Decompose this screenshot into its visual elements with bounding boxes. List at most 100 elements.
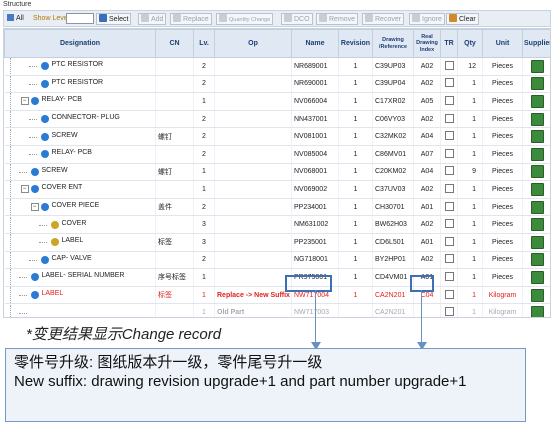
tree-node[interactable]: COVER (7, 216, 154, 233)
table-row[interactable]: LABEL 标签 1 Replace -> New Suffix NW717004 1 CA… (4, 286, 550, 305)
col-tr[interactable]: TR (440, 29, 458, 58)
table-row[interactable]: CAP- VALVE 2 NG718001 1 BY2HP01 A02 1 Pieces (4, 251, 550, 270)
supplier-icon[interactable] (531, 112, 544, 126)
supplier-icon[interactable] (531, 77, 544, 91)
table-row[interactable]: − RELAY- PCB 1 NV066004 1 C17XR02 A05 1 Pieces (4, 92, 550, 111)
expand-collapse-icon[interactable]: − (20, 185, 29, 194)
tree-node[interactable]: − COVER ENT (7, 181, 154, 198)
table-row[interactable]: LABEL 标签 3 PP235001 1 CD6L501 A01 1 Pieces (4, 233, 550, 252)
tree-node[interactable]: RELAY- PCB (7, 146, 154, 163)
table-row[interactable]: − COVER PIECE 盖件 2 PP234001 1 CH30701 A01 1 Piece… (4, 198, 550, 217)
tr-checkbox[interactable] (444, 148, 454, 158)
col-unit[interactable]: Unit (482, 29, 523, 58)
supplier-icon[interactable] (531, 253, 544, 267)
table-row[interactable]: PTC RESISTOR 2 NR689001 1 C39UP03 A02 12 Pieces (4, 57, 550, 76)
tr-cell (440, 163, 458, 182)
clear-button[interactable]: Clear (446, 13, 479, 25)
callout-line-en: New suffix: drawing revision upgrade+1 a… (14, 373, 467, 390)
col-revision[interactable]: Revision (338, 29, 373, 58)
tr-checkbox[interactable] (444, 131, 454, 141)
supplier-icon[interactable] (531, 182, 544, 196)
supplier-icon[interactable] (531, 59, 544, 73)
tree-node[interactable] (7, 304, 154, 317)
tr-checkbox[interactable] (444, 254, 454, 264)
tree-node[interactable]: CAP- VALVE (7, 251, 154, 268)
supplier-icon[interactable] (531, 147, 544, 161)
unit-cell: Kilogram (482, 303, 523, 317)
table-row[interactable]: RELAY- PCB 2 NV085004 1 C86MV01 A07 1 Pieces (4, 145, 550, 164)
expand-collapse-icon[interactable]: − (30, 203, 39, 212)
select-button[interactable]: Select (96, 13, 132, 25)
designation-cell: CAP- VALVE (4, 251, 156, 270)
tr-checkbox[interactable] (444, 95, 454, 105)
cn-cell (155, 303, 194, 317)
col-drawing-reference[interactable]: Drawing /Reference (372, 29, 414, 58)
tr-checkbox[interactable] (444, 201, 454, 211)
supplier-icon[interactable] (531, 235, 544, 249)
broom-icon (449, 14, 457, 22)
add-button[interactable]: Add (138, 13, 167, 25)
supplier-icon[interactable] (531, 306, 544, 317)
tr-checkbox[interactable] (444, 166, 454, 176)
tree-node[interactable]: SCREW (7, 163, 154, 180)
expand-collapse-icon[interactable]: − (20, 97, 29, 106)
tree-node[interactable]: LABEL (7, 234, 154, 251)
col-supplier[interactable]: Supplier (522, 29, 550, 58)
cn-cell (155, 145, 194, 164)
supplier-icon[interactable] (531, 270, 544, 284)
col-cn[interactable]: CN (155, 29, 194, 58)
tr-checkbox[interactable] (444, 60, 454, 70)
tr-checkbox[interactable] (444, 183, 454, 193)
remove-button[interactable]: Remove (316, 13, 359, 25)
table-row[interactable]: LABEL- SERIAL NUMBER 序号标签 1 PR975001 1 CD4VM0… (4, 268, 550, 287)
tr-checkbox[interactable] (444, 78, 454, 88)
tree-node[interactable]: CONNECTOR- PLUG (7, 111, 154, 127)
table-row[interactable]: CONNECTOR- PLUG 2 NN437001 1 C06VY03 A02 1 Piec… (4, 110, 550, 129)
tr-checkbox[interactable] (444, 236, 454, 246)
tr-checkbox[interactable] (444, 219, 454, 229)
drawing-cell: BW62H03 (372, 215, 414, 234)
tr-checkbox[interactable] (444, 307, 454, 317)
table-row[interactable]: 1 Old Part NW717003 CA2N201 1 Kilogram (4, 303, 550, 317)
col-lv[interactable]: Lv. (193, 29, 215, 58)
supplier-icon[interactable] (531, 165, 544, 179)
col-name[interactable]: Name (291, 29, 339, 58)
recover-button[interactable]: Recover (362, 13, 405, 25)
table-row[interactable]: SCREW 螺钉 2 NV081001 1 C32MK02 A04 1 Pieces (4, 127, 550, 146)
tree-node[interactable]: LABEL (7, 287, 154, 303)
tr-checkbox[interactable] (444, 289, 454, 299)
revision-cell: 1 (338, 180, 373, 199)
revision-cell: 1 (338, 145, 373, 164)
tree-node[interactable]: − COVER PIECE (7, 199, 154, 215)
tr-checkbox[interactable] (444, 271, 454, 281)
dco-button[interactable]: DCO (281, 13, 313, 25)
tree-node[interactable]: SCREW (7, 128, 154, 145)
table-row[interactable]: COVER 3 NM631002 1 BW62H03 A02 1 Pieces (4, 215, 550, 234)
qty-cell: 1 (457, 303, 483, 317)
supplier-icon[interactable] (531, 218, 544, 232)
supplier-icon[interactable] (531, 94, 544, 108)
designation-cell: RELAY- PCB (4, 145, 156, 164)
tree-node[interactable]: PTC RESISTOR (7, 75, 154, 92)
replace-button[interactable]: Replace (170, 13, 212, 25)
op-cell (214, 110, 292, 129)
ignore-button[interactable]: Ignore (409, 13, 445, 25)
col-designation[interactable]: Designation (4, 29, 156, 58)
supplier-icon[interactable] (531, 130, 544, 144)
all-checkbox[interactable]: All (7, 13, 24, 25)
tree-node[interactable]: − RELAY- PCB (7, 93, 154, 110)
table-row[interactable]: − COVER ENT 1 NV069002 1 C37UV03 A02 1 Pieces (4, 180, 550, 199)
table-row[interactable]: SCREW 螺钉 1 NV068001 1 C20KM02 A04 9 Pieces (4, 163, 550, 182)
col-qty[interactable]: Qty (457, 29, 483, 58)
table-row[interactable]: PTC RESISTOR 2 NR690001 1 C39UP04 A02 1 Pieces (4, 75, 550, 94)
show-level-input[interactable] (66, 13, 94, 24)
supplier-icon[interactable] (531, 200, 544, 214)
tree-node[interactable]: LABEL- SERIAL NUMBER (7, 269, 154, 286)
tr-checkbox[interactable] (444, 113, 454, 123)
quantity-change-button[interactable]: Quantity Change (216, 13, 274, 25)
col-op[interactable]: Op (214, 29, 292, 58)
tree-node[interactable]: PTC RESISTOR (7, 58, 154, 75)
index-cell: A02 (413, 180, 441, 199)
supplier-icon[interactable] (531, 288, 544, 302)
col-real-drawing-index[interactable]: Real Drawing Index (413, 29, 441, 58)
